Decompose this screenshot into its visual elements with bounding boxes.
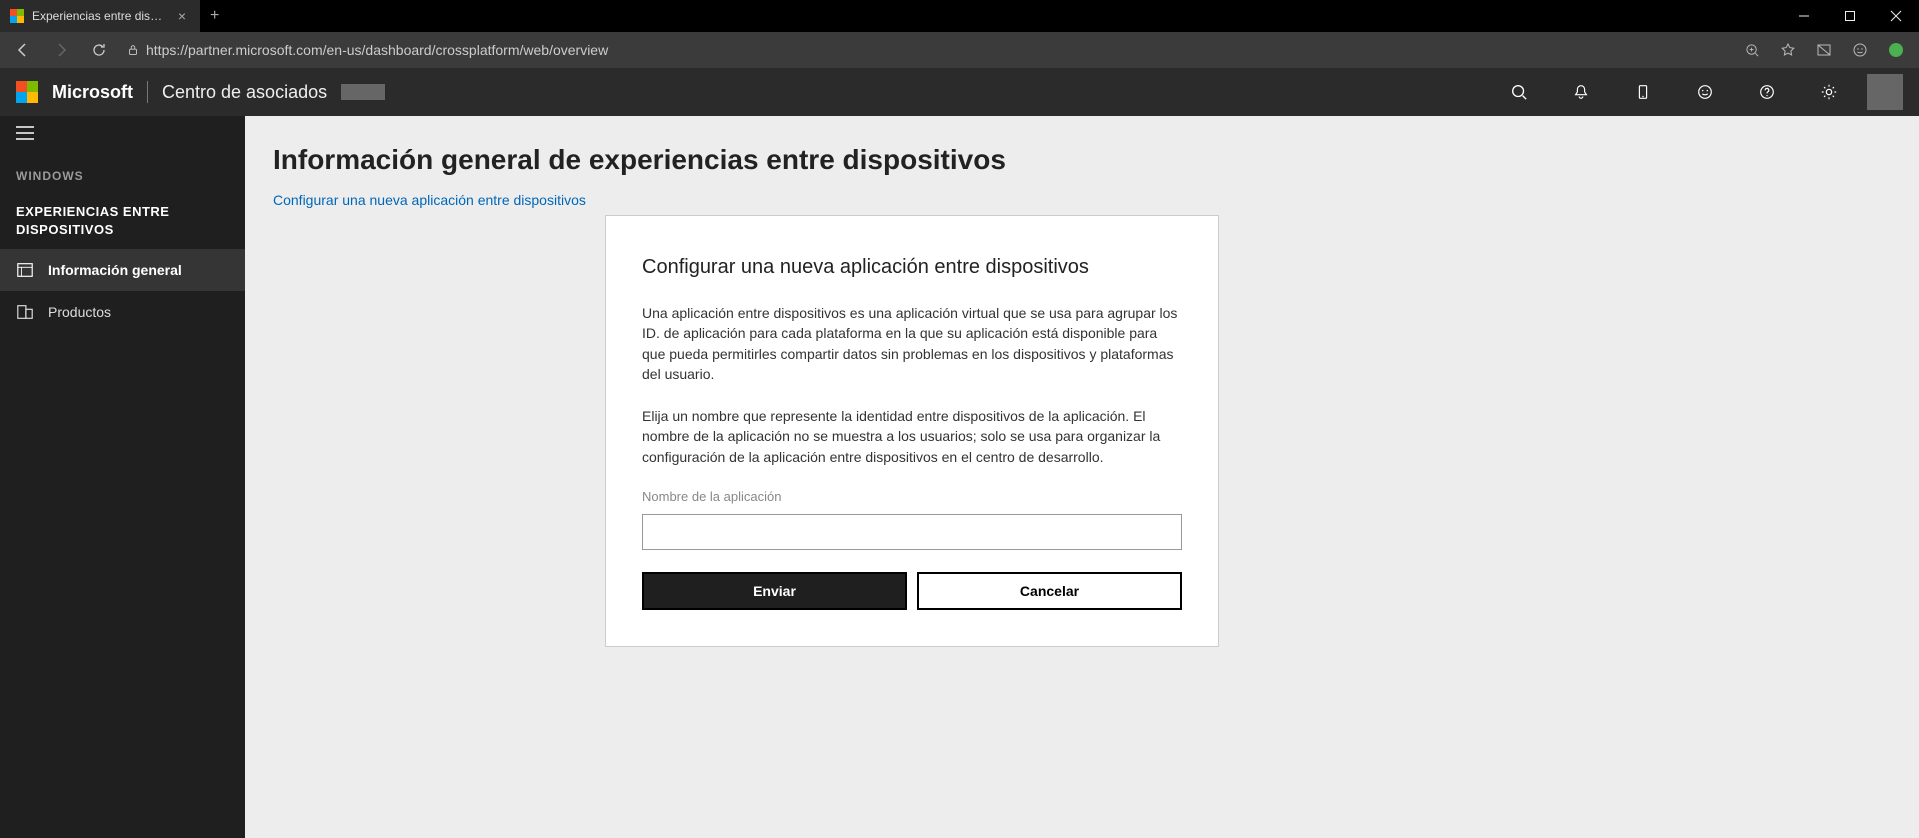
product-name[interactable]: Centro de asociados <box>162 82 327 103</box>
app-name-label: Nombre de la aplicación <box>642 489 1182 504</box>
face-icon[interactable] <box>1843 35 1877 65</box>
favicon-microsoft-icon <box>10 9 24 23</box>
window-maximize-icon[interactable] <box>1827 0 1873 32</box>
configure-dialog: Configurar una nueva aplicación entre di… <box>605 215 1219 647</box>
dialog-paragraph-2: Elija un nombre que represente la identi… <box>642 406 1182 467</box>
header-badge <box>341 84 385 100</box>
sidebar-subgroup-experiences[interactable]: EXPERIENCIAS ENTRE DISPOSITIVOS <box>0 193 245 249</box>
zoom-icon[interactable] <box>1735 35 1769 65</box>
overview-icon <box>16 261 34 279</box>
header-divider <box>147 81 148 103</box>
browser-titlebar: Experiencias entre dispositivos × + <box>0 0 1919 32</box>
submit-button[interactable]: Enviar <box>642 572 907 610</box>
help-icon[interactable] <box>1743 68 1791 116</box>
bell-icon[interactable] <box>1557 68 1605 116</box>
settings-icon[interactable] <box>1805 68 1853 116</box>
search-icon[interactable] <box>1495 68 1543 116</box>
sidebar: WINDOWS EXPERIENCIAS ENTRE DISPOSITIVOS … <box>0 116 245 838</box>
sidebar-group-windows: WINDOWS <box>0 155 245 193</box>
tab-close-icon[interactable]: × <box>174 8 190 24</box>
sidebar-item-label: Productos <box>48 304 111 320</box>
address-bar: https://partner.microsoft.com/en-us/dash… <box>0 32 1919 68</box>
cancel-button[interactable]: Cancelar <box>917 572 1182 610</box>
extension-icon[interactable] <box>1879 35 1913 65</box>
nav-refresh-icon[interactable] <box>82 35 116 65</box>
ad-block-icon[interactable] <box>1807 35 1841 65</box>
page-title: Información general de experiencias entr… <box>273 144 1919 176</box>
app-name-input[interactable] <box>642 514 1182 550</box>
avatar[interactable] <box>1867 74 1903 110</box>
brand-text: Microsoft <box>52 82 133 103</box>
lock-icon <box>126 43 140 57</box>
favorite-icon[interactable] <box>1771 35 1805 65</box>
products-icon <box>16 303 34 321</box>
new-tab-button[interactable]: + <box>200 0 229 32</box>
tab-title: Experiencias entre dispositivos <box>32 9 166 23</box>
window-minimize-icon[interactable] <box>1781 0 1827 32</box>
browser-tab[interactable]: Experiencias entre dispositivos × <box>0 0 200 32</box>
url-field[interactable]: https://partner.microsoft.com/en-us/dash… <box>120 42 1731 58</box>
sidebar-item-overview[interactable]: Información general <box>0 249 245 291</box>
nav-back-icon[interactable] <box>6 35 40 65</box>
sidebar-item-products[interactable]: Productos <box>0 291 245 333</box>
smile-icon[interactable] <box>1681 68 1729 116</box>
url-text: https://partner.microsoft.com/en-us/dash… <box>146 42 608 58</box>
device-icon[interactable] <box>1619 68 1667 116</box>
dialog-paragraph-1: Una aplicación entre dispositivos es una… <box>642 303 1182 384</box>
app-header: Microsoft Centro de asociados <box>0 68 1919 116</box>
configure-link[interactable]: Configurar una nueva aplicación entre di… <box>273 192 586 208</box>
nav-forward-icon <box>44 35 78 65</box>
dialog-title: Configurar una nueva aplicación entre di… <box>642 256 1182 279</box>
window-close-icon[interactable] <box>1873 0 1919 32</box>
sidebar-item-label: Información general <box>48 262 182 278</box>
microsoft-logo-icon <box>16 81 38 103</box>
hamburger-icon[interactable] <box>0 116 245 155</box>
